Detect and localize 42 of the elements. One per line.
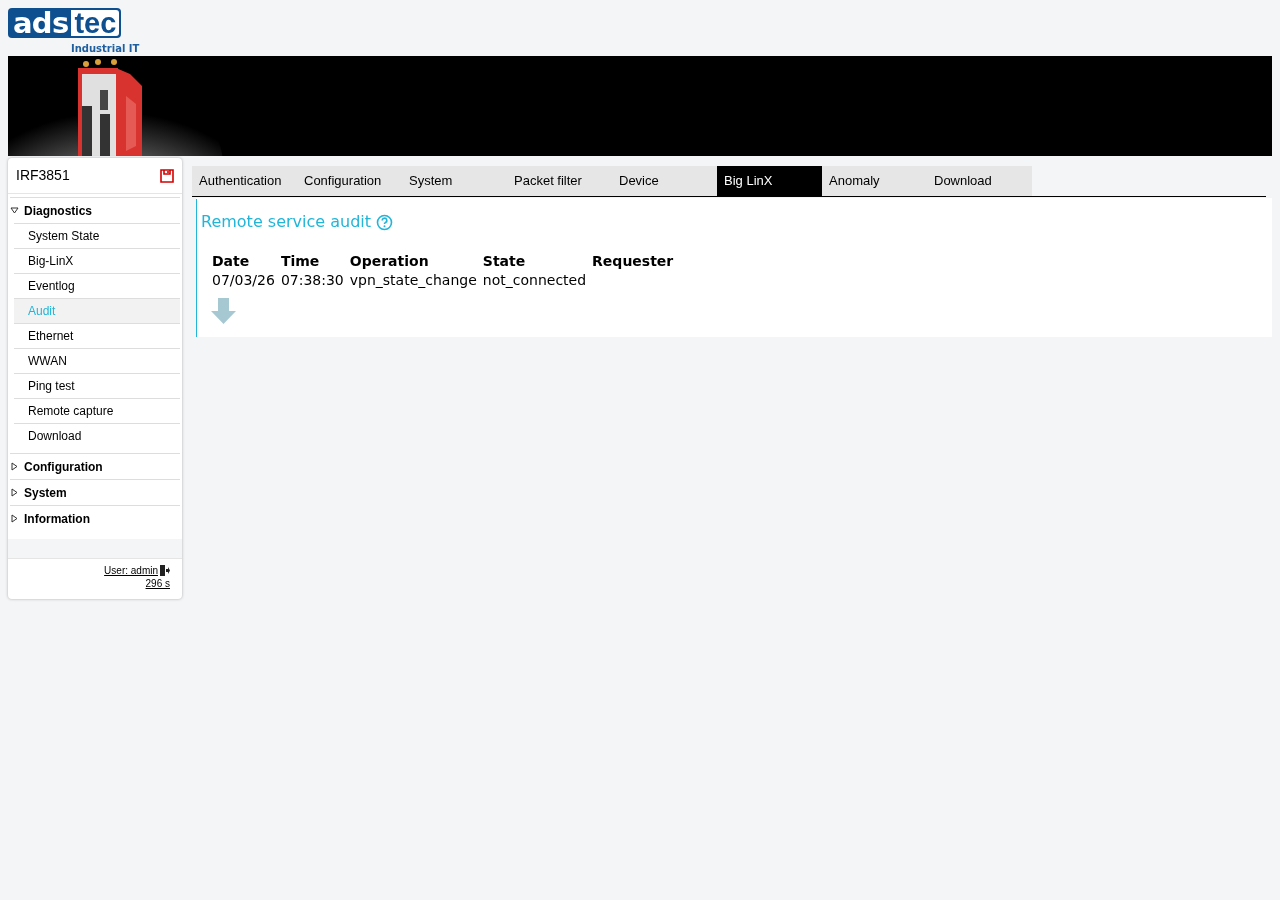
caret-icon (10, 488, 19, 497)
logo-tagline: Industrial IT (71, 42, 140, 56)
tree-item[interactable]: Ethernet (14, 323, 180, 348)
tab[interactable]: System (402, 166, 507, 196)
tree-item[interactable]: Download (14, 423, 180, 448)
tab[interactable]: Anomaly (822, 166, 927, 196)
tab[interactable]: Authentication (192, 166, 297, 196)
table-cell: 07:38:30 (280, 271, 344, 290)
tab[interactable]: Download (927, 166, 1032, 196)
tab[interactable]: Device (612, 166, 717, 196)
help-icon[interactable] (376, 213, 394, 231)
tree-group[interactable]: Information (10, 506, 180, 531)
tree-item[interactable]: Big-LinX (14, 248, 180, 273)
device-name: IRF3851 (16, 166, 70, 185)
column-header: Operation (349, 252, 430, 271)
caret-icon (10, 514, 19, 523)
table-cell: 07/03/26 (212, 271, 275, 290)
tree-item[interactable]: System State (14, 223, 180, 248)
tree-item[interactable]: Remote capture (14, 398, 180, 423)
tab[interactable]: Packet filter (507, 166, 612, 196)
user-link[interactable]: User: admin (104, 564, 170, 577)
tree-group[interactable]: Configuration (10, 454, 180, 479)
column-header: State (482, 252, 527, 271)
tree-group[interactable]: Diagnostics (10, 198, 180, 223)
table-cell: vpn_state_change (349, 271, 477, 290)
tree-item[interactable]: WWAN (14, 348, 180, 373)
logo: ads tec (8, 8, 122, 38)
column-header: Requester (592, 252, 674, 271)
panel-title: Remote service audit (201, 211, 372, 233)
tree-group[interactable]: System (10, 480, 180, 505)
column-header: Date (212, 252, 251, 271)
tree-item[interactable]: Ping test (14, 373, 180, 398)
logout-icon (159, 565, 170, 576)
caret-icon (10, 462, 19, 471)
table-cell: not_connected (482, 271, 587, 290)
tab[interactable]: Big LinX (717, 166, 822, 196)
save-icon[interactable] (160, 168, 174, 183)
download-icon[interactable] (211, 298, 236, 324)
tab[interactable]: Configuration (297, 166, 402, 196)
caret-icon (10, 206, 19, 215)
session-timer[interactable]: 296 s (145, 577, 170, 590)
column-header: Time (280, 252, 321, 271)
